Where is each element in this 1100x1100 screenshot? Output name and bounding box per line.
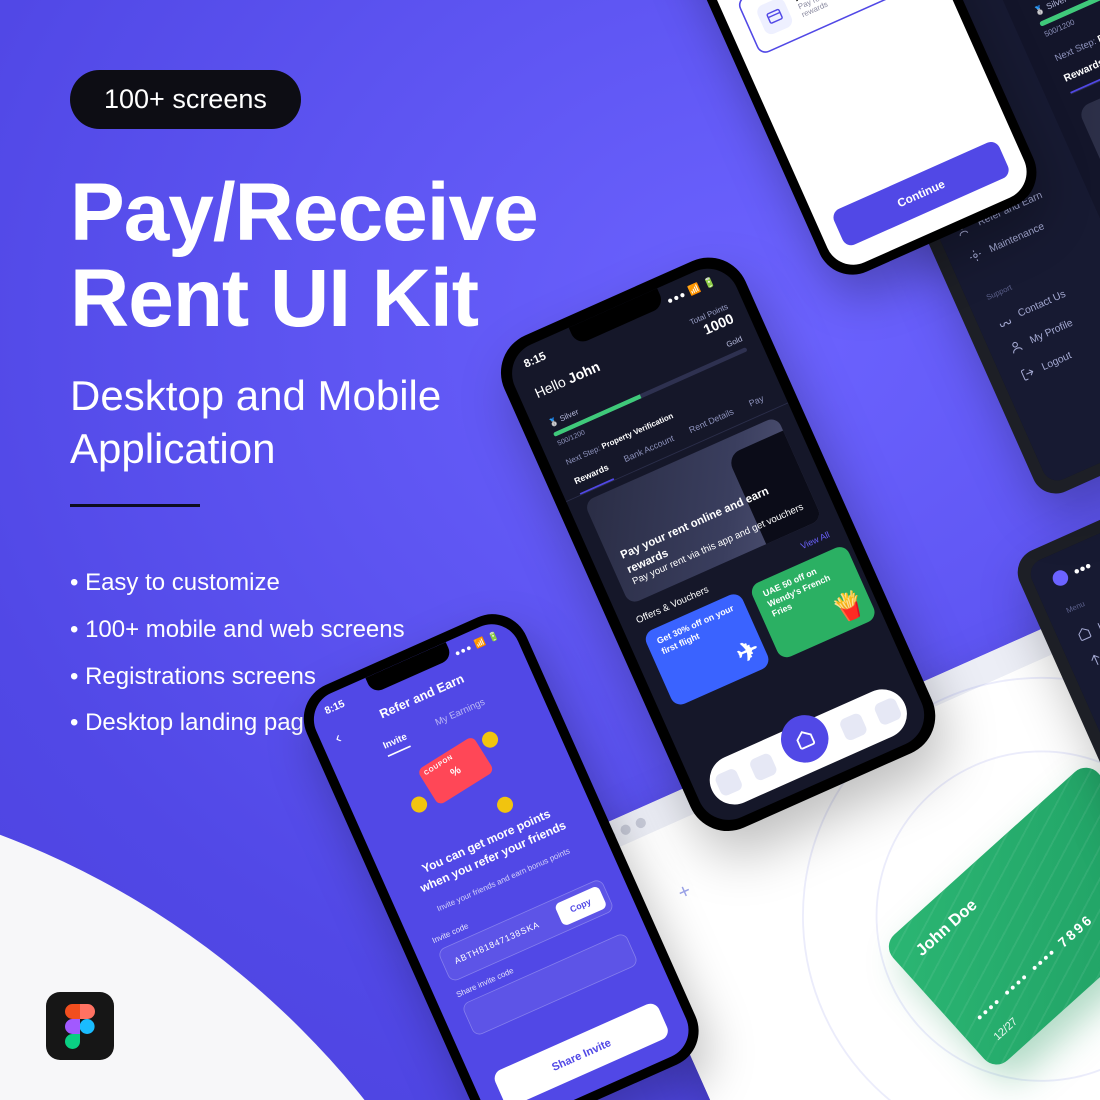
view-all-link[interactable]: View All	[799, 530, 831, 552]
tab-pay[interactable]: Pay	[748, 394, 769, 417]
tab-rewards[interactable]: Rewards	[1062, 56, 1100, 94]
rent-payer-icon	[755, 0, 795, 37]
tier-progress: 🥈 SilverGold 500/1200	[1033, 0, 1100, 39]
profile-option-rent-payer[interactable]: Rent PayerPay rent on time and earn rewa…	[736, 0, 926, 56]
product-title: Pay/Receive Rent UI Kit	[70, 170, 538, 342]
tab-invite[interactable]: Invite	[381, 731, 411, 757]
home-button[interactable]	[773, 708, 836, 771]
window-dot-icon	[634, 816, 647, 829]
copy-button[interactable]: Copy	[554, 885, 608, 926]
sparkle-icon: +	[674, 878, 695, 905]
window-dot-icon	[619, 823, 632, 836]
airplane-icon: ✈︎	[731, 632, 765, 671]
divider	[70, 504, 200, 507]
status-time: 8:15	[522, 349, 548, 370]
status-icons: ●●● 📶 🔋	[665, 275, 718, 307]
product-subtitle: Desktop and Mobile Application	[70, 370, 441, 475]
nav-slot-icon[interactable]	[839, 712, 869, 742]
food-icon: 🍟	[827, 585, 870, 629]
nav-slot-icon[interactable]	[873, 696, 903, 726]
status-time: 8:15	[323, 697, 347, 716]
feature-bullet: 100+ mobile and web screens	[70, 607, 405, 654]
nav-slot-icon[interactable]	[714, 767, 744, 797]
nav-slot-icon[interactable]	[748, 752, 778, 782]
screens-count-badge: 100+ screens	[70, 70, 301, 129]
figma-logo-icon	[46, 992, 114, 1060]
greeting: Hello John	[533, 360, 603, 403]
app-logo: ●●●	[1050, 519, 1100, 588]
feature-bullet: Easy to customize	[70, 560, 405, 607]
status-icons: ●●● 📶 🔋	[453, 630, 501, 659]
